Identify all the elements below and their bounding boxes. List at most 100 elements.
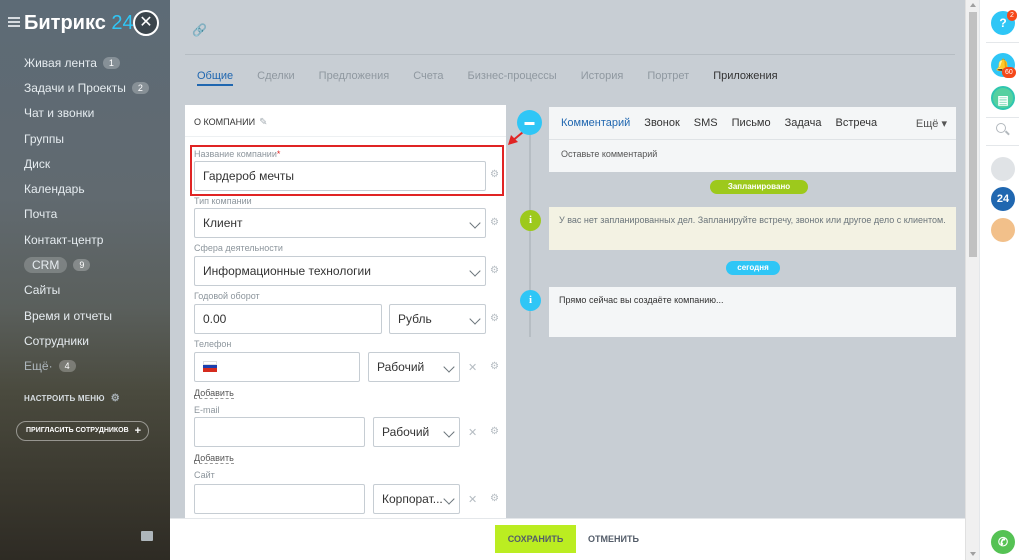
remove-icon[interactable]: ✕ [468,361,477,374]
phone-input[interactable] [194,352,360,382]
tab-quotes[interactable]: Предложения [319,70,390,86]
field-settings-icon[interactable]: ⚙ [490,217,499,228]
sidebar-item-contact-center[interactable]: Контакт-центр [24,227,149,252]
search-icon[interactable] [996,123,1006,133]
site-input[interactable] [194,484,365,514]
field-settings-icon[interactable]: ⚙ [490,426,499,437]
tab-general[interactable]: Общие [197,70,234,86]
comment-icon: ▬ [517,110,542,135]
tab-business-processes[interactable]: Бизнес-процессы [468,70,557,86]
chevron-down-icon [469,217,481,229]
field-settings-icon[interactable]: ⚙ [490,493,499,504]
sidebar-item-calendar[interactable]: Календарь [24,176,149,201]
sidebar-item-more[interactable]: Ещё · 4 [24,354,149,379]
printer-icon[interactable] [141,531,153,541]
sidebar-item-feed[interactable]: Живая лента 1 [24,50,149,75]
pencil-icon[interactable]: ✎ [259,117,267,128]
cancel-button[interactable]: ОТМЕНИТЬ [588,525,639,553]
phone-icon[interactable]: ✆ [991,530,1015,554]
chevron-down-icon [443,426,455,438]
scroll-down-arrow[interactable] [970,552,976,556]
company-type-label: Тип компании [194,196,252,206]
tab-invoices[interactable]: Счета [413,70,443,86]
counter-badge: 2 [131,81,149,94]
chat-icon[interactable]: ▤ [991,86,1015,110]
remove-icon[interactable]: ✕ [468,426,477,439]
menu-icon[interactable] [8,17,20,27]
bitrix24-icon[interactable]: 24 [991,187,1015,211]
chevron-down-icon [469,313,481,325]
divider [185,54,955,55]
entity-tabs: Общие Сделки Предложения Счета Бизнес-пр… [197,70,802,86]
tab-meeting[interactable]: Встреча [836,117,878,129]
sidebar-item-time-reports[interactable]: Время и отчеты [24,303,149,328]
tab-portrait[interactable]: Портрет [647,70,689,86]
avatar[interactable] [991,218,1015,242]
highlight-box [190,145,504,196]
sidebar-item-crm[interactable]: CRM 9 [24,252,149,277]
more-dropdown[interactable]: Ещё ▾ [916,117,947,130]
link-icon[interactable]: 🔗 [192,23,207,37]
phone-type-select[interactable]: Рабочий [368,352,460,382]
industry-label: Сфера деятельности [194,243,283,253]
divider [986,117,1019,118]
tab-sms[interactable]: SMS [694,117,718,129]
today-badge: сегодня [726,261,780,275]
currency-select[interactable]: Рубль [389,304,486,334]
info-icon: i [520,210,541,231]
email-input[interactable] [194,417,365,447]
site-type-select[interactable]: Корпорат... [373,484,460,514]
save-button[interactable]: СОХРАНИТЬ [495,525,576,553]
add-phone-link[interactable]: Добавить [194,388,234,399]
counter-badge: 4 [58,360,76,373]
email-type-select[interactable]: Рабочий [373,417,460,447]
counter-badge: 9 [73,259,91,272]
scroll-up-arrow[interactable] [970,3,976,7]
site-label: Сайт [194,470,215,480]
company-type-select[interactable]: Клиент [194,208,486,238]
avatar[interactable] [991,157,1015,181]
help-badge: 2 [1007,10,1017,21]
divider [986,42,1019,43]
info-icon: i [520,290,541,311]
chevron-down-icon [469,265,481,277]
russia-flag-icon[interactable] [203,361,217,372]
sidebar-item-mail[interactable]: Почта [24,202,149,227]
app-logo[interactable]: Битрикс 24 [24,12,134,35]
tab-comment[interactable]: Комментарий [561,117,630,129]
tab-email[interactable]: Письмо [732,117,771,129]
scrollbar[interactable] [965,0,979,560]
counter-badge: 1 [102,56,120,69]
sidebar-item-disk[interactable]: Диск [24,151,149,176]
tab-call[interactable]: Звонок [644,117,680,129]
close-slider-button[interactable]: ✕ [133,10,159,36]
field-settings-icon[interactable]: ⚙ [490,313,499,324]
sidebar-item-employees[interactable]: Сотрудники [24,328,149,353]
field-settings-icon[interactable]: ⚙ [490,265,499,276]
revenue-label: Годовой оборот [194,291,260,301]
invite-employees-button[interactable]: ПРИГЛАСИТЬ СОТРУДНИКОВ + [16,421,149,441]
tab-deals[interactable]: Сделки [257,70,295,86]
tab-applications[interactable]: Приложения [713,70,777,86]
remove-icon[interactable]: ✕ [468,493,477,506]
field-settings-icon[interactable]: ⚙ [490,361,499,372]
timeline-tabs: Комментарий Звонок SMS Письмо Задача Вст… [561,117,891,129]
revenue-input[interactable]: 0.00 [194,304,382,334]
divider [185,136,506,137]
sidebar-item-tasks[interactable]: Задачи и Проекты 2 [24,75,149,100]
tab-history[interactable]: История [581,70,624,86]
phone-label: Телефон [194,339,232,349]
section-title: О КОМПАНИИ ✎ [194,117,268,128]
right-panel: ? 2 🔔 60 ▤ 24 ✆ [979,0,1024,560]
scroll-thumb[interactable] [969,12,977,257]
tab-task[interactable]: Задача [785,117,822,129]
comment-input[interactable]: Оставьте комментарий [561,149,657,159]
configure-menu-link[interactable]: НАСТРОИТЬ МЕНЮ ⚙ [24,393,120,404]
sidebar-item-sites[interactable]: Сайты [24,278,149,303]
email-label: E-mail [194,405,220,415]
industry-select[interactable]: Информационные технологии [194,256,486,286]
sidebar-item-groups[interactable]: Группы [24,126,149,151]
add-email-link[interactable]: Добавить [194,453,234,464]
chevron-down-icon [443,361,455,373]
sidebar-item-chat[interactable]: Чат и звонки [24,101,149,126]
